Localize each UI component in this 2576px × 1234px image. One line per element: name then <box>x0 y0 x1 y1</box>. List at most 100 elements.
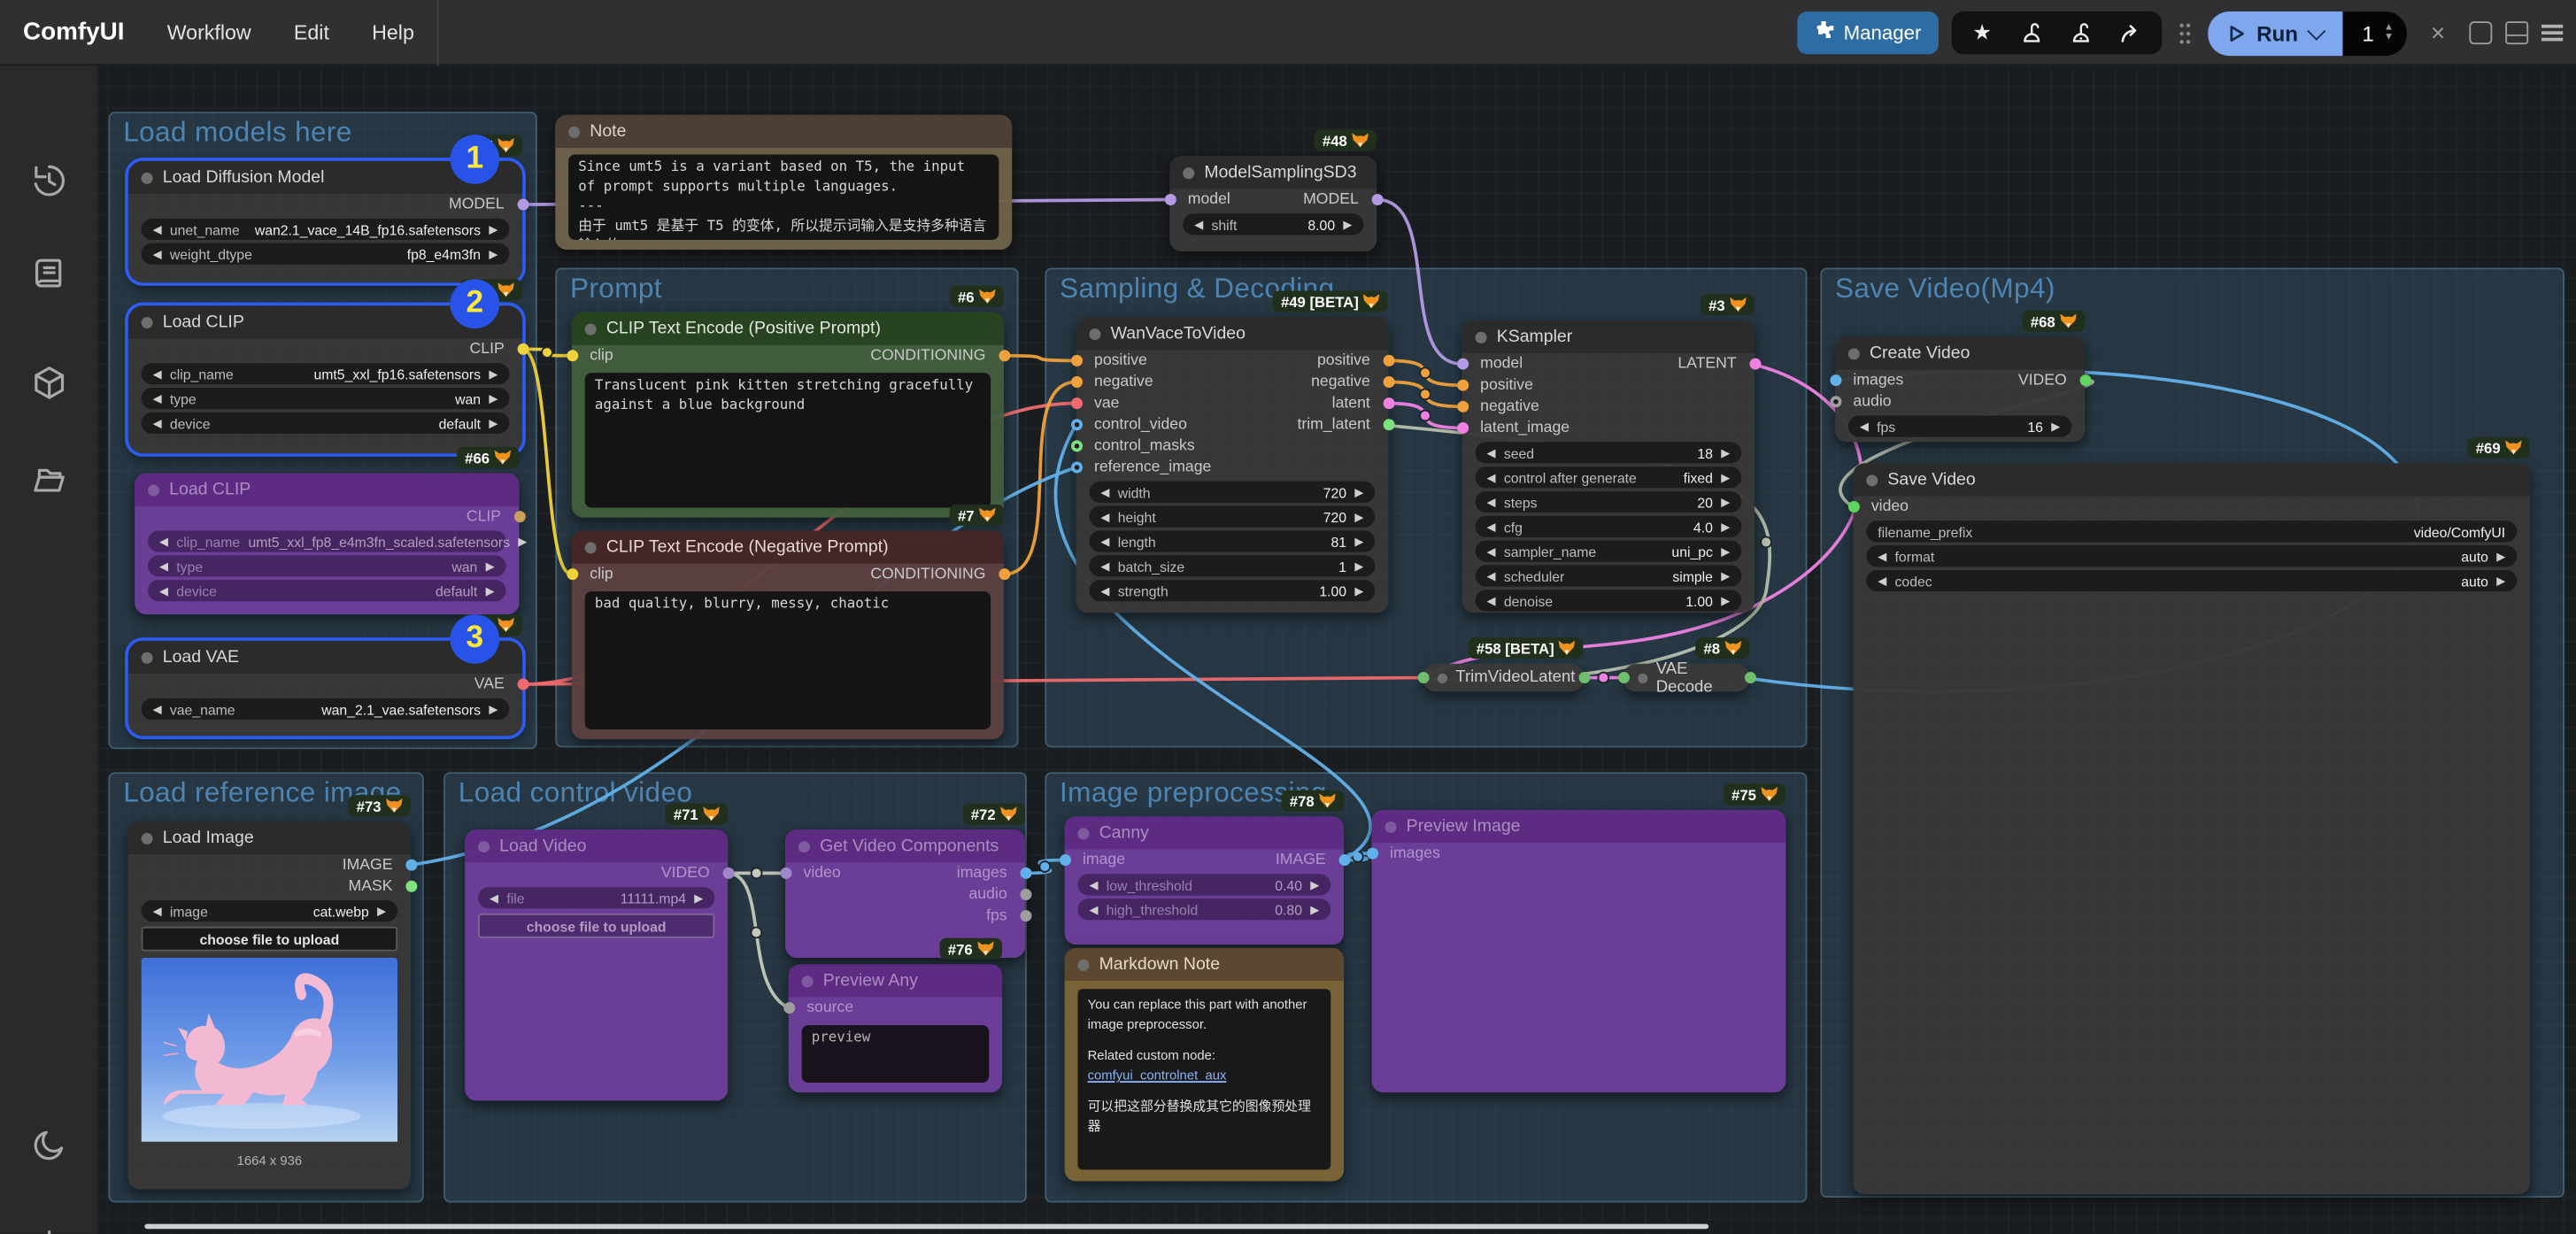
widget-shift[interactable]: ◀shift8.00▶ <box>1183 213 1363 235</box>
widget-left-arrow-icon[interactable]: ◀ <box>159 559 168 573</box>
widget-left-arrow-icon[interactable]: ◀ <box>490 891 498 905</box>
node-header[interactable]: Create Video <box>1835 336 2085 369</box>
menu-edit[interactable]: Edit <box>294 20 329 43</box>
node-collapse-dot[interactable] <box>142 172 153 183</box>
port-latent[interactable] <box>1749 359 1761 370</box>
widget-left-arrow-icon[interactable]: ◀ <box>159 584 168 598</box>
port-source[interactable] <box>783 1002 794 1014</box>
widget-codec[interactable]: ◀codecauto▶ <box>1866 570 2517 591</box>
widget-left-arrow-icon[interactable]: ◀ <box>1487 446 1496 459</box>
widget-height[interactable]: ◀height720▶ <box>1089 506 1375 528</box>
port-audio[interactable] <box>1020 889 1031 900</box>
node-collapse-dot[interactable] <box>1077 959 1089 970</box>
node-collapse-dot[interactable] <box>1848 348 1860 359</box>
upload-button[interactable]: choose file to upload <box>478 914 714 938</box>
widget-right-arrow-icon[interactable]: ▶ <box>1721 496 1730 509</box>
node-collapse-dot[interactable] <box>1438 673 1447 683</box>
node-collapse-dot[interactable] <box>1476 331 1487 343</box>
port-control-video[interactable] <box>1070 419 1082 430</box>
widget-unet-name[interactable]: ◀unet_namewan2.1_vace_14B_fp16.safetenso… <box>142 219 510 240</box>
menu-workflow[interactable]: Workflow <box>167 20 251 43</box>
node-collapse-dot[interactable] <box>1384 821 1396 832</box>
widget-right-arrow-icon[interactable]: ▶ <box>2496 575 2505 588</box>
widget-left-arrow-icon[interactable]: ◀ <box>153 905 162 918</box>
bottom-panel-toggle-icon[interactable] <box>2505 21 2528 44</box>
port-vae[interactable] <box>517 678 528 690</box>
node-collapse-dot[interactable] <box>1183 166 1194 178</box>
widget-right-arrow-icon[interactable]: ▶ <box>518 535 527 548</box>
widget-right-arrow-icon[interactable]: ▶ <box>489 247 497 260</box>
widget-left-arrow-icon[interactable]: ◀ <box>1487 520 1496 533</box>
markdown-note-body[interactable]: You can replace this part with another i… <box>1077 989 1330 1169</box>
node-collapse-dot[interactable] <box>142 832 153 844</box>
clear-queue-icon[interactable]: × <box>2420 19 2456 47</box>
widget-right-arrow-icon[interactable]: ▶ <box>377 905 386 918</box>
widget-steps[interactable]: ◀steps20▶ <box>1476 491 1742 513</box>
widget-device[interactable]: ◀devicedefault▶ <box>142 413 510 434</box>
theme-toggle-moon-icon[interactable] <box>29 1125 69 1165</box>
widget-right-arrow-icon[interactable]: ▶ <box>486 584 495 598</box>
node-header[interactable]: ModelSamplingSD3 <box>1169 156 1377 189</box>
port-image[interactable] <box>405 860 416 871</box>
widget-right-arrow-icon[interactable]: ▶ <box>694 891 703 905</box>
node-header[interactable]: Save Video <box>1853 463 2530 496</box>
widget-vae-name[interactable]: ◀vae_namewan_2.1_vae.safetensors▶ <box>142 698 510 720</box>
widget-width[interactable]: ◀width720▶ <box>1089 482 1375 503</box>
node-header[interactable]: Preview Any <box>789 964 1002 997</box>
node-vae-decode[interactable]: VAE Decode <box>1623 664 1750 692</box>
widget-right-arrow-icon[interactable]: ▶ <box>489 392 497 405</box>
node-load-image-73[interactable]: Load ImageIMAGEMASK◀imagecat.webp▶choose… <box>128 821 411 1190</box>
widget-left-arrow-icon[interactable]: ◀ <box>1100 559 1109 573</box>
port-video[interactable] <box>1847 501 1859 513</box>
port-image[interactable] <box>1059 854 1070 866</box>
node-header[interactable]: CLIP Text Encode (Negative Prompt) <box>572 530 1004 563</box>
port-clip[interactable] <box>517 343 528 355</box>
widget-right-arrow-icon[interactable]: ▶ <box>1354 510 1363 523</box>
node-header[interactable]: WanVaceToVideo <box>1076 317 1389 350</box>
node-note-note1[interactable]: NoteSince umt5 is a variant based on T5,… <box>555 115 1012 250</box>
port-images[interactable] <box>1830 374 1841 386</box>
node-textarea[interactable]: Translucent pink kitten stretching grace… <box>585 373 991 507</box>
widget-device[interactable]: ◀devicedefault▶ <box>148 580 506 601</box>
widget-right-arrow-icon[interactable]: ▶ <box>1721 594 1730 607</box>
widget-left-arrow-icon[interactable]: ◀ <box>1878 575 1886 588</box>
widget-left-arrow-icon[interactable]: ◀ <box>153 367 162 381</box>
widget-left-arrow-icon[interactable]: ◀ <box>1487 544 1496 558</box>
node-load-video-71[interactable]: Load VideoVIDEO◀file11111.mp4▶choose fil… <box>465 829 728 1100</box>
node-ksampler-3[interactable]: KSamplermodelLATENTpositivenegativelaten… <box>1462 320 1755 613</box>
widget-clip-name[interactable]: ◀clip_nameumt5_xxl_fp16.safetensors▶ <box>142 363 510 384</box>
node-collapse-dot[interactable] <box>585 542 597 553</box>
port-mask[interactable] <box>405 881 416 892</box>
workflows-folder-icon[interactable] <box>29 460 69 500</box>
widget-left-arrow-icon[interactable]: ◀ <box>153 222 162 235</box>
widget-left-arrow-icon[interactable]: ◀ <box>159 535 168 548</box>
widget-scheduler[interactable]: ◀schedulersimple▶ <box>1476 565 1742 586</box>
widget-clip-name[interactable]: ◀clip_nameumt5_xxl_fp8_e4m3fn_scaled.saf… <box>148 530 506 551</box>
node-collapse-dot[interactable] <box>1866 474 1878 485</box>
widget-right-arrow-icon[interactable]: ▶ <box>489 416 497 429</box>
node-collapse-dot[interactable] <box>802 975 814 986</box>
port-trim-latent[interactable] <box>1383 419 1394 430</box>
node-header[interactable]: Load Image <box>128 821 411 854</box>
widget-left-arrow-icon[interactable]: ◀ <box>1487 594 1496 607</box>
widget-left-arrow-icon[interactable]: ◀ <box>1487 569 1496 582</box>
manager-button[interactable]: Manager <box>1798 12 1938 54</box>
widget-left-arrow-icon[interactable]: ◀ <box>153 416 162 429</box>
widget-right-arrow-icon[interactable]: ▶ <box>1721 544 1730 558</box>
port-clip[interactable] <box>566 568 577 580</box>
port-vae[interactable] <box>1070 397 1082 409</box>
widget-type[interactable]: ◀typewan▶ <box>142 388 510 409</box>
widget-left-arrow-icon[interactable]: ◀ <box>1487 471 1496 484</box>
collapsed-output-port[interactable] <box>1578 672 1590 683</box>
widget-left-arrow-icon[interactable]: ◀ <box>153 247 162 260</box>
canvas-scrollbar-horizontal[interactable] <box>144 1224 1708 1230</box>
widget-left-arrow-icon[interactable]: ◀ <box>1878 550 1886 563</box>
node-header[interactable]: Canny <box>1065 816 1344 849</box>
widget-left-arrow-icon[interactable]: ◀ <box>153 392 162 405</box>
widget-right-arrow-icon[interactable]: ▶ <box>1343 218 1352 231</box>
widget-left-arrow-icon[interactable]: ◀ <box>1100 485 1109 498</box>
widget-image[interactable]: ◀imagecat.webp▶ <box>142 900 398 922</box>
node-load-clip-38[interactable]: Load CLIPCLIP◀clip_nameumt5_xxl_fp16.saf… <box>128 305 522 453</box>
queue-count-stepper[interactable]: 1 ▲▼ <box>2342 11 2407 55</box>
port-fps[interactable] <box>1020 910 1031 922</box>
